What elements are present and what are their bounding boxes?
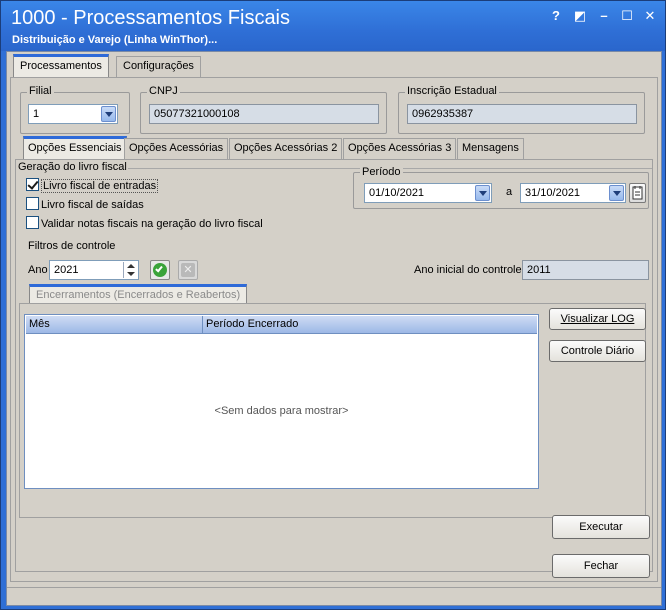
tab-opcoes-acessorias-3-label: Opções Acessórias 3 <box>348 142 452 154</box>
cnpj-label: CNPJ <box>147 85 180 97</box>
livro-saidas-label: Livro fiscal de saídas <box>41 199 144 211</box>
window-subtitle: Distribuição e Varejo (Linha WinThor)... <box>12 34 218 46</box>
geracao-title: Geração do livro fiscal <box>18 161 127 173</box>
column-periodo-encerrado[interactable]: Período Encerrado <box>203 316 538 334</box>
periodo-separator: a <box>506 186 513 198</box>
tab-configuracoes-label: Configurações <box>123 60 194 72</box>
periodo-group: Período 01/10/2021 a 31/10/2021 <box>353 166 649 209</box>
controle-diario-label: Controle Diário <box>560 345 635 357</box>
ano-inicial-field: 2011 <box>522 260 649 280</box>
column-mes[interactable]: Mês <box>26 316 203 334</box>
tab-opcoes-acessorias[interactable]: Opções Acessórias <box>124 138 229 159</box>
filial-group: Filial 1 <box>20 85 130 134</box>
window-title: 1000 - Processamentos Fiscais <box>11 7 291 29</box>
periodo-fim-value: 31/10/2021 <box>525 187 581 199</box>
inscricao-field: 0962935387 <box>407 104 637 124</box>
check-icon[interactable] <box>26 178 39 191</box>
tab-opcoes-acessorias-2-label: Opções Acessórias 2 <box>234 142 338 154</box>
fechar-label: Fechar <box>583 560 619 572</box>
encerramentos-grid[interactable]: Mês Período Encerrado <Sem dados para mo… <box>24 314 539 489</box>
inscricao-label: Inscrição Estadual <box>405 85 499 97</box>
checkbox-box[interactable] <box>26 197 39 210</box>
tab-opcoes-acessorias-3[interactable]: Opções Acessórias 3 <box>343 138 457 159</box>
close-button[interactable]: ✕ <box>641 7 659 25</box>
calendar-icon[interactable] <box>629 183 646 203</box>
chevron-down-icon[interactable] <box>609 185 624 201</box>
tab-configuracoes[interactable]: Configurações <box>116 56 201 77</box>
tab-encerramentos-label: Encerramentos (Encerrados e Reabertos) <box>36 289 241 301</box>
processamentos-panel: Filial 1 CNPJ 05077321000108 Inscrição E… <box>10 77 658 582</box>
chevron-down-icon[interactable] <box>475 185 490 201</box>
tab-mensagens-label: Mensagens <box>462 142 519 154</box>
periodo-inicio-input[interactable]: 01/10/2021 <box>364 183 492 203</box>
main-tabstrip: Processamentos Configurações <box>13 54 653 78</box>
opcoes-essenciais-panel: Geração do livro fiscal Livro fiscal de … <box>15 159 653 572</box>
fechar-button[interactable]: Fechar <box>552 554 650 578</box>
livro-entradas-label: Livro fiscal de entradas <box>41 179 159 193</box>
periodo-fim-input[interactable]: 31/10/2021 <box>520 183 626 203</box>
empty-message: <Sem dados para mostrar> <box>214 405 349 417</box>
validar-notas-label: Validar notas fiscais na geração do livr… <box>41 218 263 230</box>
controle-diario-button[interactable]: Controle Diário <box>549 340 646 362</box>
ano-label: Ano <box>28 264 48 276</box>
periodo-inicio-value: 01/10/2021 <box>369 187 425 199</box>
tab-opcoes-essenciais[interactable]: Opções Essenciais <box>23 136 127 160</box>
tab-opcoes-acessorias-label: Opções Acessórias <box>129 142 224 154</box>
tab-mensagens[interactable]: Mensagens <box>457 138 524 159</box>
client-area: Processamentos Configurações Filial 1 CN… <box>6 51 662 606</box>
cnpj-field: 05077321000108 <box>149 104 379 124</box>
spin-up-icon[interactable] <box>127 264 135 268</box>
executar-label: Executar <box>579 521 623 533</box>
livro-saidas-checkbox[interactable]: Livro fiscal de saídas <box>26 197 144 213</box>
visualizar-log-button[interactable]: Visualizar LOG <box>549 308 646 330</box>
ano-spinner[interactable]: 2021 <box>49 260 139 280</box>
restore-icon[interactable]: ◩ <box>571 7 589 25</box>
maximize-button[interactable]: ☐ <box>618 7 636 25</box>
status-bar <box>7 587 661 605</box>
periodo-label: Período <box>360 166 403 178</box>
chevron-down-icon[interactable] <box>101 106 116 122</box>
spin-buttons[interactable] <box>123 262 137 278</box>
filial-select[interactable]: 1 <box>28 104 118 124</box>
livro-entradas-checkbox[interactable]: Livro fiscal de entradas <box>26 178 159 194</box>
filial-label: Filial <box>27 85 54 97</box>
visualizar-log-label: Visualizar LOG <box>560 313 635 325</box>
cnpj-group: CNPJ 05077321000108 <box>140 85 387 134</box>
checkbox-box[interactable] <box>26 216 39 229</box>
filtros-title: Filtros de controle <box>28 240 116 252</box>
check-circle-icon <box>153 263 167 277</box>
title-bar[interactable]: 1000 - Processamentos Fiscais Distribuiç… <box>1 1 665 51</box>
tab-opcoes-acessorias-2[interactable]: Opções Acessórias 2 <box>229 138 343 159</box>
cancel-icon: ✕ <box>181 263 195 277</box>
tab-processamentos[interactable]: Processamentos <box>13 54 109 78</box>
spin-down-icon[interactable] <box>127 272 135 276</box>
tab-opcoes-essenciais-label: Opções Essenciais <box>28 142 122 154</box>
executar-button[interactable]: Executar <box>552 515 650 539</box>
clear-button[interactable]: ✕ <box>178 260 198 280</box>
app-window: 1000 - Processamentos Fiscais Distribuiç… <box>0 0 666 610</box>
validar-notas-checkbox[interactable]: Validar notas fiscais na geração do livr… <box>26 216 263 232</box>
options-tabstrip: Opções Essenciais Opções Acessórias Opçõ… <box>17 136 653 160</box>
tab-encerramentos[interactable]: Encerramentos (Encerrados e Reabertos) <box>29 284 248 304</box>
ano-value: 2021 <box>54 264 79 276</box>
encerramentos-panel: Mês Período Encerrado <Sem dados para mo… <box>19 303 646 518</box>
grid-header: Mês Período Encerrado <box>26 316 537 334</box>
help-button[interactable]: ? <box>547 7 565 25</box>
ano-inicial-label: Ano inicial do controle <box>414 264 522 276</box>
minimize-button[interactable]: – <box>595 7 613 25</box>
inscricao-group: Inscrição Estadual 0962935387 <box>398 85 645 134</box>
tab-processamentos-label: Processamentos <box>20 60 102 72</box>
filial-value: 1 <box>33 108 40 120</box>
confirm-button[interactable] <box>150 260 170 280</box>
